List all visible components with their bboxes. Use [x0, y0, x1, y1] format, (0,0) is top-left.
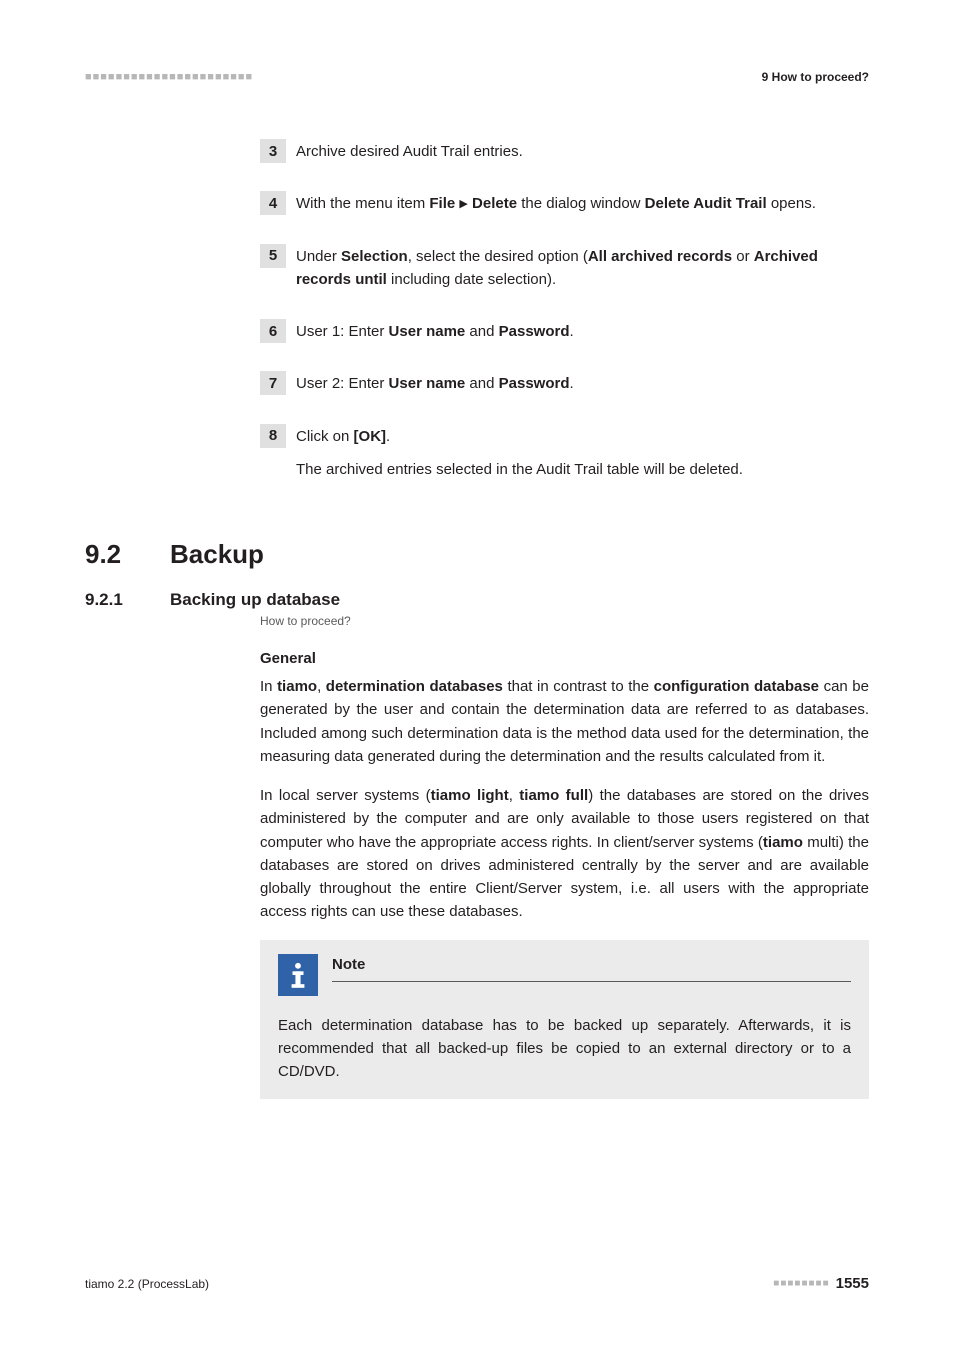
text: Under — [296, 248, 341, 265]
step-text: User 2: Enter User name and Password. — [296, 371, 574, 395]
note-title: Note — [332, 956, 851, 982]
text: the dialog window — [517, 195, 645, 212]
field-username: User name — [389, 323, 466, 340]
step-number: 7 — [260, 371, 286, 395]
step-text: Under Selection, select the desired opti… — [296, 244, 869, 292]
step-text: With the menu item File ▶ Delete the dia… — [296, 191, 816, 215]
text: including date selection). — [387, 271, 556, 288]
subsection-number: 9.2.1 — [85, 590, 170, 610]
text: , — [509, 787, 520, 804]
step-number: 3 — [260, 139, 286, 163]
text: , select the desired option ( — [408, 248, 588, 265]
header-section-label: 9 How to proceed? — [762, 70, 869, 84]
text: and — [465, 323, 498, 340]
field-password: Password — [499, 375, 570, 392]
product-tiamo: tiamo — [277, 678, 317, 695]
info-icon — [278, 954, 318, 996]
header-decoration: ■■■■■■■■■■■■■■■■■■■■■■ — [85, 71, 253, 83]
field-selection: Selection — [341, 248, 408, 265]
page-footer: tiamo 2.2 (ProcessLab) ■■■■■■■■ 1555 — [85, 1275, 869, 1292]
step-text: User 1: Enter User name and Password. — [296, 319, 574, 343]
section-title: Backup — [170, 539, 264, 570]
footer-decoration: ■■■■■■■■ — [773, 1278, 829, 1289]
term-determination-db: determination databases — [326, 678, 503, 695]
step-result: The archived entries selected in the Aud… — [296, 458, 743, 481]
step-text: Archive desired Audit Trail entries. — [296, 139, 523, 163]
step-number: 4 — [260, 191, 286, 215]
step-text: Click on [OK]. The archived entries sele… — [296, 424, 743, 492]
text: opens. — [767, 195, 816, 212]
section-number: 9.2 — [85, 539, 170, 570]
step-6: 6 User 1: Enter User name and Password. — [260, 319, 869, 343]
step-3: 3 Archive desired Audit Trail entries. — [260, 139, 869, 163]
text: . — [386, 428, 390, 445]
menu-file: File — [429, 195, 455, 212]
page-number: 1555 — [836, 1275, 869, 1292]
step-number: 6 — [260, 319, 286, 343]
step-7: 7 User 2: Enter User name and Password. — [260, 371, 869, 395]
product-tiamo-light: tiamo light — [431, 787, 509, 804]
subsection-title: Backing up database — [170, 590, 340, 610]
step-number: 5 — [260, 244, 286, 268]
note-box: Note Each determination database has to … — [260, 940, 869, 1100]
section-heading: 9.2 Backup — [85, 539, 869, 570]
ok-button-ref: [OK] — [354, 428, 387, 445]
text: In — [260, 678, 277, 695]
product-tiamo-full: tiamo full — [519, 787, 588, 804]
paragraph-general-1: In tiamo, determination databases that i… — [260, 675, 869, 768]
step-4: 4 With the menu item File ▶ Delete the d… — [260, 191, 869, 215]
product-tiamo-multi: tiamo — [763, 834, 803, 851]
text: Click on — [296, 428, 354, 445]
paragraph-general-2: In local server systems (tiamo light, ti… — [260, 784, 869, 924]
step-8: 8 Click on [OK]. The archived entries se… — [260, 424, 869, 492]
field-password: Password — [499, 323, 570, 340]
dialog-name: Delete Audit Trail — [645, 195, 767, 212]
text: and — [465, 375, 498, 392]
text: , — [317, 678, 326, 695]
paragraph-heading-general: General — [260, 650, 869, 667]
breadcrumb: How to proceed? — [260, 614, 869, 628]
note-body: Each determination database has to be ba… — [278, 1014, 851, 1084]
text: . — [570, 323, 574, 340]
footer-product: tiamo 2.2 (ProcessLab) — [85, 1277, 209, 1291]
field-username: User name — [389, 375, 466, 392]
menu-delete: Delete — [472, 195, 517, 212]
option-all-archived: All archived records — [588, 248, 732, 265]
text: that in contrast to the — [503, 678, 654, 695]
text: User 2: Enter — [296, 375, 389, 392]
subsection-heading: 9.2.1 Backing up database — [85, 590, 869, 610]
text: With the menu item — [296, 195, 429, 212]
step-number: 8 — [260, 424, 286, 448]
term-configuration-db: configuration database — [654, 678, 819, 695]
text: In local server systems ( — [260, 787, 431, 804]
page-header: ■■■■■■■■■■■■■■■■■■■■■■ 9 How to proceed? — [85, 70, 869, 84]
text: . — [570, 375, 574, 392]
step-5: 5 Under Selection, select the desired op… — [260, 244, 869, 292]
text: or — [732, 248, 754, 265]
text: User 1: Enter — [296, 323, 389, 340]
menu-arrow-icon: ▶ — [459, 196, 467, 213]
